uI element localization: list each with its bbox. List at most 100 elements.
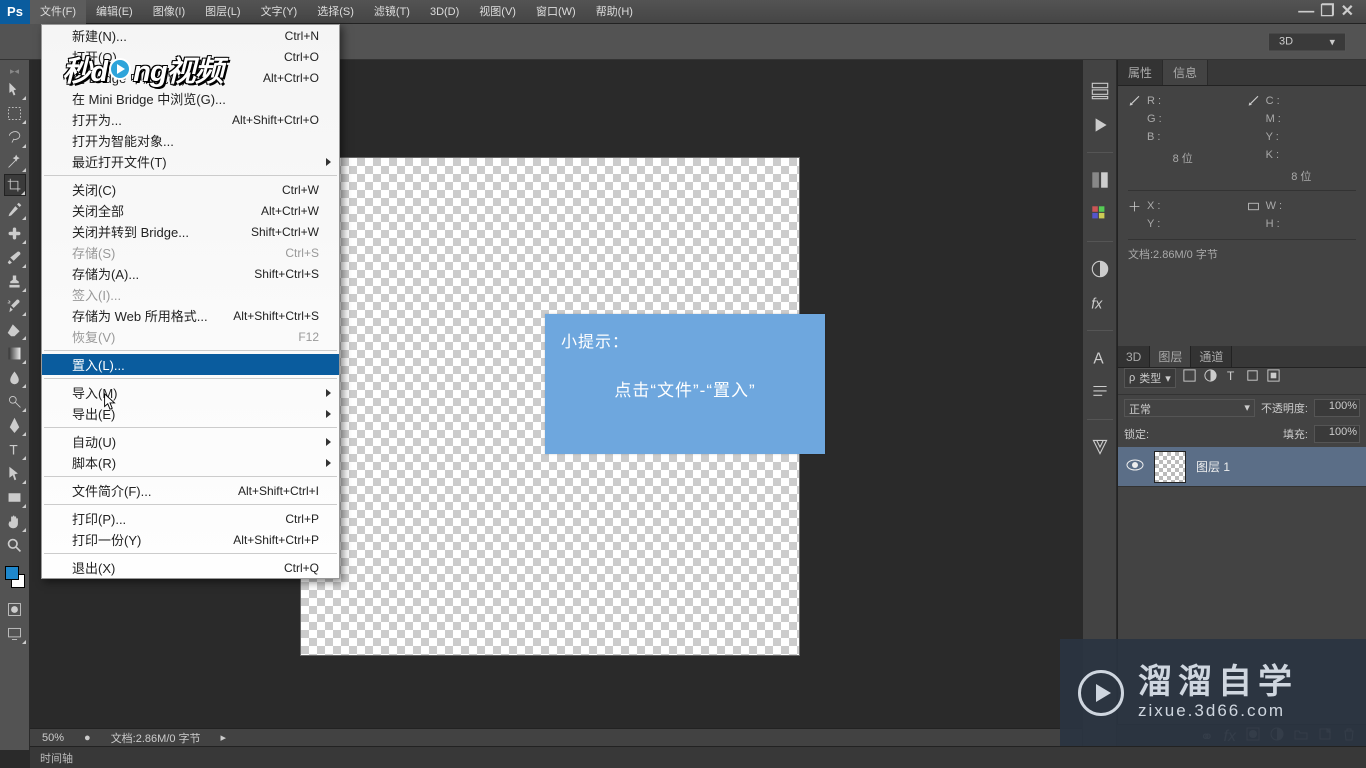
- menu-edit[interactable]: 编辑(E): [86, 0, 143, 24]
- file-menu-item[interactable]: 打开为...Alt+Shift+Ctrl+O: [42, 109, 339, 130]
- file-menu-item[interactable]: 恢复(V)F12: [42, 326, 339, 347]
- menu-filter[interactable]: 滤镜(T): [364, 0, 420, 24]
- adjustments-panel-icon[interactable]: [1089, 258, 1111, 280]
- navigator-panel-icon[interactable]: [1089, 436, 1111, 458]
- file-menu-item[interactable]: 存储为 Web 所用格式...Alt+Shift+Ctrl+S: [42, 305, 339, 326]
- info-panel: R : G : B : 8 位 C : M : Y : K : 8 位 X : …: [1118, 86, 1366, 268]
- timeline-tab[interactable]: 时间轴: [30, 746, 1366, 768]
- history-brush-tool[interactable]: [4, 294, 26, 316]
- screenmode-tool[interactable]: [4, 622, 26, 644]
- history-panel-icon[interactable]: [1089, 80, 1111, 102]
- pen-tool[interactable]: [4, 414, 26, 436]
- hand-tool[interactable]: [4, 510, 26, 532]
- file-menu-item[interactable]: 自动(U): [42, 431, 339, 452]
- zixue-watermark: 溜溜自学 zixue.3d66.com: [1060, 639, 1366, 746]
- filter-type-icon[interactable]: T: [1224, 368, 1239, 388]
- quickmask-tool[interactable]: [4, 598, 26, 620]
- info-doc-status: 文档:2.86M/0 字节: [1128, 246, 1356, 262]
- file-menu-item[interactable]: 退出(X)Ctrl+Q: [42, 557, 339, 578]
- eyedropper-tool[interactable]: [4, 198, 26, 220]
- file-menu-item[interactable]: 打印一份(Y)Alt+Shift+Ctrl+P: [42, 529, 339, 550]
- blur-tool[interactable]: [4, 366, 26, 388]
- type-tool[interactable]: T: [4, 438, 26, 460]
- menu-3d[interactable]: 3D(D): [420, 0, 469, 24]
- filter-adjust-icon[interactable]: [1203, 368, 1218, 388]
- layer-name: 图层 1: [1196, 458, 1230, 475]
- styles-panel-icon[interactable]: fx: [1089, 292, 1111, 314]
- gradient-tool[interactable]: [4, 342, 26, 364]
- tab-layers[interactable]: 图层: [1150, 346, 1191, 367]
- brush-tool[interactable]: [4, 246, 26, 268]
- lasso-tool[interactable]: [4, 126, 26, 148]
- tab-properties[interactable]: 属性: [1118, 60, 1163, 85]
- wand-tool[interactable]: [4, 150, 26, 172]
- menu-help[interactable]: 帮助(H): [586, 0, 643, 24]
- minimize-icon[interactable]: —: [1298, 1, 1314, 23]
- file-menu-item[interactable]: 关闭全部Alt+Ctrl+W: [42, 200, 339, 221]
- cursor-icon: [103, 393, 117, 416]
- menu-select[interactable]: 选择(S): [307, 0, 364, 24]
- file-menu-item[interactable]: 签入(I)...: [42, 284, 339, 305]
- mode-3d-select[interactable]: 3D▾: [1268, 32, 1346, 51]
- heal-tool[interactable]: [4, 222, 26, 244]
- maximize-icon[interactable]: ❐: [1320, 1, 1334, 23]
- play-icon: [109, 58, 131, 80]
- paragraph-panel-icon[interactable]: A: [1089, 347, 1111, 369]
- tab-3d[interactable]: 3D: [1118, 346, 1150, 367]
- marquee-tool[interactable]: [4, 102, 26, 124]
- char-panel-icon[interactable]: [1089, 381, 1111, 403]
- file-menu-item[interactable]: 最近打开文件(T): [42, 151, 339, 172]
- svg-text:A: A: [1093, 351, 1104, 368]
- layer-thumbnail: [1154, 451, 1186, 483]
- file-menu-item[interactable]: 关闭并转到 Bridge...Shift+Ctrl+W: [42, 221, 339, 242]
- filter-shape-icon[interactable]: [1245, 368, 1260, 388]
- file-menu-item[interactable]: 存储(S)Ctrl+S: [42, 242, 339, 263]
- tool-box: ▸◂ T: [0, 60, 30, 750]
- filter-pixel-icon[interactable]: [1182, 368, 1197, 388]
- file-menu-item[interactable]: 文件简介(F)...Alt+Shift+Ctrl+I: [42, 480, 339, 501]
- rect-tool[interactable]: [4, 486, 26, 508]
- dodge-tool[interactable]: [4, 390, 26, 412]
- tab-channels[interactable]: 通道: [1191, 346, 1232, 367]
- file-menu-item[interactable]: 打印(P)...Ctrl+P: [42, 508, 339, 529]
- file-menu-item[interactable]: 打开为智能对象...: [42, 130, 339, 151]
- close-icon[interactable]: ✕: [1341, 1, 1354, 23]
- fill-field[interactable]: 100%: [1314, 425, 1360, 443]
- menu-type[interactable]: 文字(Y): [251, 0, 308, 24]
- color-panel-icon[interactable]: [1089, 169, 1111, 191]
- swatches-panel-icon[interactable]: [1089, 203, 1111, 225]
- menu-image[interactable]: 图像(I): [143, 0, 195, 24]
- menu-file[interactable]: 文件(F): [30, 0, 86, 24]
- zoom-tool[interactable]: [4, 534, 26, 556]
- file-menu-item[interactable]: 存储为(A)...Shift+Ctrl+S: [42, 263, 339, 284]
- file-menu-item[interactable]: 脚本(R): [42, 452, 339, 473]
- play-circle-icon: [1078, 670, 1124, 716]
- layer-filter-type[interactable]: ρ 类型 ▾: [1124, 368, 1176, 388]
- file-menu-item[interactable]: 置入(L)...: [42, 354, 339, 375]
- file-menu-item[interactable]: 关闭(C)Ctrl+W: [42, 179, 339, 200]
- menu-layer[interactable]: 图层(L): [195, 0, 250, 24]
- menu-window[interactable]: 窗口(W): [526, 0, 586, 24]
- crop-tool[interactable]: [4, 174, 26, 196]
- eraser-tool[interactable]: [4, 318, 26, 340]
- actions-panel-icon[interactable]: [1089, 114, 1111, 136]
- color-swatches[interactable]: [3, 564, 27, 590]
- svg-text:T: T: [9, 442, 17, 457]
- stamp-tool[interactable]: [4, 270, 26, 292]
- zoom-level[interactable]: 50%: [42, 732, 64, 744]
- path-select-tool[interactable]: [4, 462, 26, 484]
- filter-smart-icon[interactable]: [1266, 368, 1281, 388]
- file-menu-item[interactable]: 导入(M): [42, 382, 339, 403]
- menu-view[interactable]: 视图(V): [469, 0, 526, 24]
- blend-mode-select[interactable]: 正常▾: [1124, 399, 1255, 417]
- file-menu-item[interactable]: 导出(E): [42, 403, 339, 424]
- window-controls: — ❐ ✕: [1276, 1, 1366, 23]
- visibility-icon[interactable]: [1126, 458, 1144, 475]
- layer-item[interactable]: 图层 1: [1118, 447, 1366, 487]
- foreground-swatch[interactable]: [5, 566, 19, 580]
- opacity-field[interactable]: 100%: [1314, 399, 1360, 417]
- tab-info[interactable]: 信息: [1163, 60, 1208, 85]
- move-tool[interactable]: [4, 78, 26, 100]
- svg-text:fx: fx: [1091, 297, 1103, 313]
- file-menu-dropdown: 新建(N)...Ctrl+N打开(O)...Ctrl+O在 Bridge 中浏览…: [41, 24, 340, 579]
